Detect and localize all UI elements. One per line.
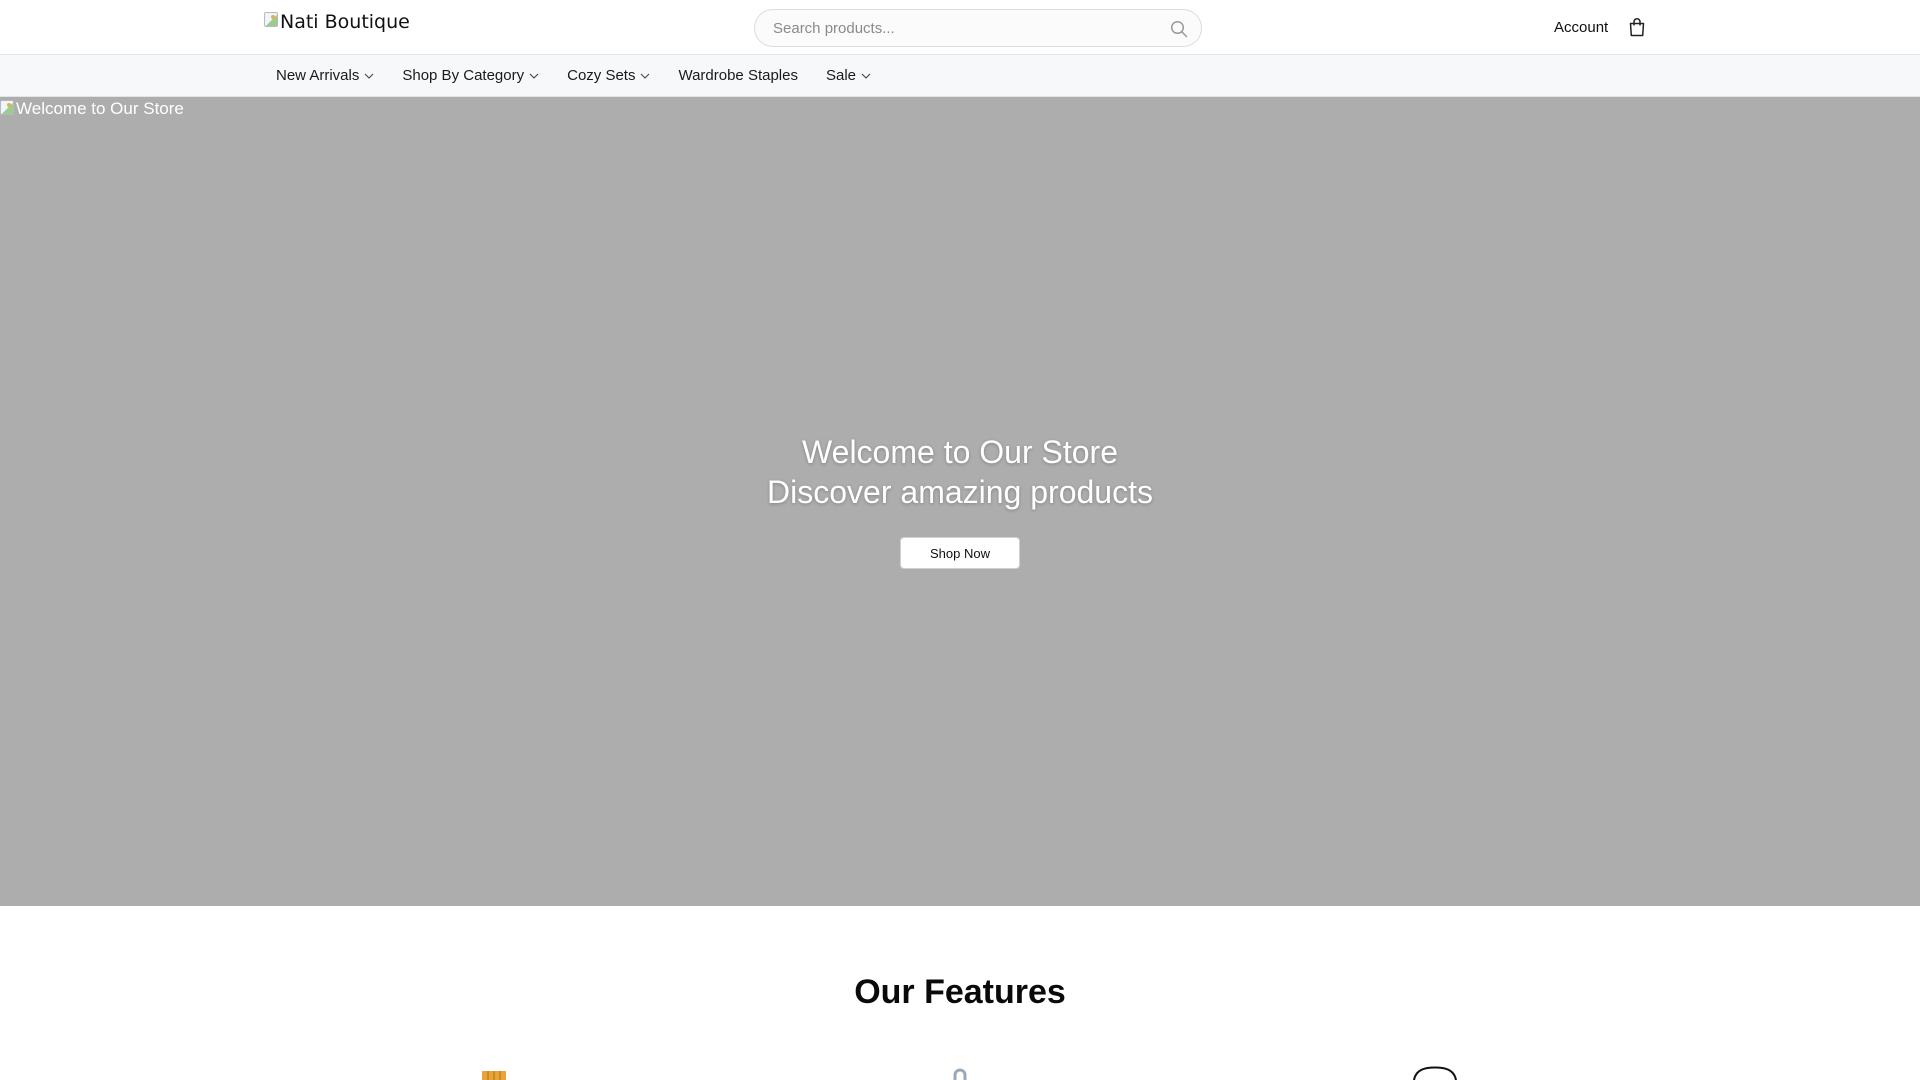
nav-item-label: Cozy Sets (567, 67, 636, 84)
chat-bubble-icon (1413, 1066, 1457, 1080)
nav-item-label: New Arrivals (276, 67, 360, 84)
nav-item-label: Sale (825, 67, 857, 84)
chevron-down-icon (364, 73, 374, 79)
lock-icon (953, 1068, 967, 1080)
hero-subtitle: Discover amazing products (767, 474, 1153, 510)
hero-banner: Welcome to Our Store Welcome to Our Stor… (0, 97, 1920, 906)
main-nav: New Arrivals Shop By Category Cozy Sets … (0, 55, 1920, 97)
features-heading: Our Features (854, 973, 1066, 1011)
nav-item-label: Wardrobe Staples (678, 67, 798, 84)
site-header: Nati Boutique Account (0, 0, 1920, 55)
nav-item-cozy-sets[interactable]: Cozy Sets (567, 67, 650, 84)
chevron-down-icon (861, 73, 871, 79)
hero-image: Welcome to Our Store (0, 99, 184, 119)
cart-button[interactable] (1628, 17, 1648, 39)
shipping-box-icon (482, 1071, 506, 1080)
logo[interactable]: Nati Boutique (264, 11, 410, 33)
nav-item-wardrobe-staples[interactable]: Wardrobe Staples (678, 67, 798, 84)
account-link[interactable]: Account (1554, 19, 1608, 36)
hero-heading: Welcome to Our Store Discover amazing pr… (0, 432, 1920, 512)
search-button[interactable] (1169, 19, 1189, 39)
nav-item-new-arrivals[interactable]: New Arrivals (276, 67, 374, 84)
broken-image-icon (264, 12, 278, 27)
search-icon (1170, 20, 1188, 38)
nav-item-shop-by-category[interactable]: Shop By Category (402, 67, 539, 84)
shopping-bag-icon (1629, 18, 1645, 37)
chevron-down-icon (529, 73, 539, 79)
nav-item-sale[interactable]: Sale (826, 67, 871, 84)
broken-image-icon (0, 100, 14, 115)
shop-now-button[interactable]: Shop Now (900, 537, 1020, 569)
hero-image-alt-text: Welcome to Our Store (16, 99, 184, 118)
chevron-down-icon (641, 73, 650, 79)
search-input[interactable] (771, 18, 1155, 38)
search-bar (754, 9, 1202, 47)
logo-alt-text: Nati Boutique (280, 11, 410, 33)
hero-title: Welcome to Our Store (802, 434, 1118, 470)
nav-item-label: Shop By Category (402, 67, 525, 84)
